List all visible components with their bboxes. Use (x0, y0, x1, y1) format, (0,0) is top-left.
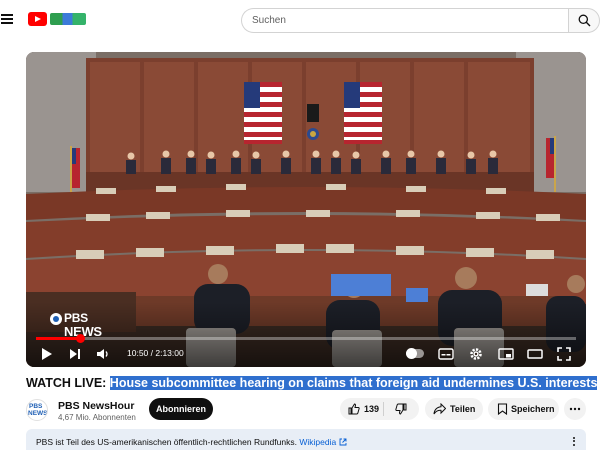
subtitles-button[interactable] (438, 346, 454, 362)
search-box (241, 8, 568, 33)
youtube-logo[interactable] (28, 12, 86, 26)
channel-name[interactable]: PBS NewsHour (58, 400, 134, 412)
wikipedia-link-label: Wikipedia (299, 437, 337, 447)
context-info-body: PBS ist Teil des US-amerikanischen öffen… (36, 437, 297, 447)
doodle-logo-icon (50, 13, 86, 25)
like-button[interactable]: 139 (340, 398, 383, 420)
more-horizontal-icon (569, 407, 581, 411)
search-input[interactable] (242, 9, 568, 32)
play-icon (42, 348, 52, 360)
us-flag-right (344, 82, 382, 144)
subscriber-count: 4,67 Mio. Abonnenten (58, 413, 136, 422)
save-label: Speichern (511, 404, 555, 414)
channel-avatar[interactable]: PBS NEWS (26, 399, 48, 421)
time-display: 10:50 / 2:13:00 (127, 348, 184, 358)
subscribe-button[interactable]: Abonnieren (149, 398, 213, 420)
autoplay-toggle[interactable] (406, 348, 424, 359)
video-title: WATCH LIVE: House subcommittee hearing o… (26, 375, 598, 391)
thumbs-up-icon (348, 403, 360, 415)
share-label: Teilen (450, 404, 476, 414)
avatar-top-text: PBS (29, 403, 43, 410)
wikipedia-link[interactable]: Wikipedia (299, 437, 347, 447)
hearing-room-video-frame (26, 52, 586, 367)
search-icon (578, 14, 591, 27)
subtitles-icon (438, 348, 454, 360)
share-icon (433, 403, 446, 415)
pbs-head-icon (50, 313, 62, 325)
share-button[interactable]: Teilen (425, 398, 483, 420)
youtube-play-icon (28, 12, 47, 26)
fullscreen-icon (557, 347, 571, 361)
gear-icon (470, 348, 482, 360)
video-title-prefix: WATCH LIVE: (26, 376, 110, 390)
external-link-icon (339, 438, 347, 446)
video-title-selected-text[interactable]: House subcommittee hearing on claims tha… (109, 376, 598, 390)
panel-more-icon[interactable] (572, 435, 576, 449)
volume-button[interactable] (96, 346, 110, 362)
context-info-panel: PBS ist Teil des US-amerikanischen öffen… (26, 429, 586, 450)
next-button[interactable] (68, 346, 82, 362)
settings-button[interactable] (468, 346, 484, 362)
miniplayer-button[interactable] (498, 346, 514, 362)
fullscreen-button[interactable] (556, 346, 572, 362)
us-flag-left (244, 82, 282, 144)
miniplayer-icon (498, 348, 514, 360)
menu-icon[interactable] (0, 12, 14, 26)
top-bar (0, 0, 600, 40)
theater-mode-button[interactable] (527, 346, 543, 362)
progress-bar-played (36, 337, 81, 340)
more-actions-button[interactable] (564, 398, 586, 420)
dislike-button[interactable] (384, 398, 419, 420)
play-button[interactable] (40, 346, 54, 362)
like-count: 139 (364, 404, 380, 414)
save-bookmark-icon (497, 403, 508, 415)
thumbs-down-icon (395, 403, 407, 415)
search-button[interactable] (568, 8, 600, 33)
skip-next-icon (70, 349, 80, 359)
video-player[interactable]: PBS NEWS 10:50 / 2:13:00 (26, 52, 586, 367)
overlay-logo-top-text: PBS (64, 311, 88, 325)
theater-mode-icon (527, 349, 543, 359)
avatar-bottom-text: NEWS (28, 410, 48, 417)
context-info-text: PBS ist Teil des US-amerikanischen öffen… (36, 437, 347, 447)
progress-bar[interactable] (36, 334, 576, 343)
save-button[interactable]: Speichern (488, 398, 559, 420)
like-dislike-group: 139 (340, 398, 419, 420)
volume-icon (97, 349, 108, 359)
